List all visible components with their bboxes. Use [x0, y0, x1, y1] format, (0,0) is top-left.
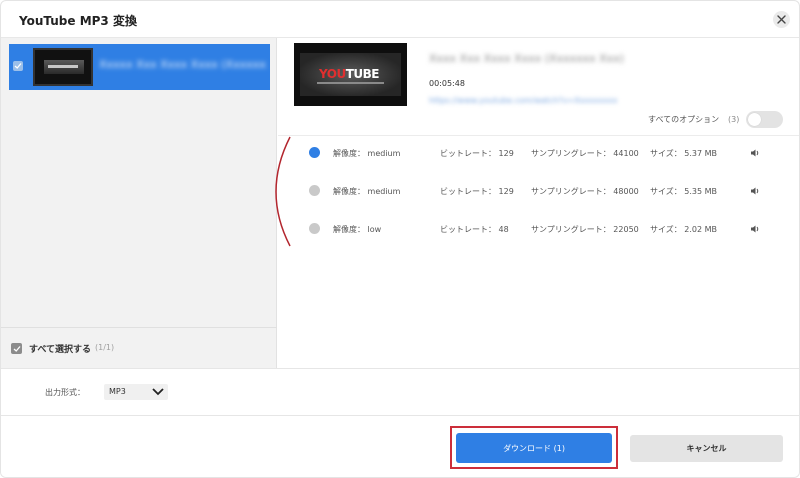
- select-all-count: (1/1): [95, 343, 115, 352]
- all-options-label: すべてのオプション: [648, 115, 720, 124]
- format-resolution: 解像度： medium: [333, 187, 401, 196]
- format-bitrate: ビットレート： 48: [440, 225, 509, 234]
- close-icon: [777, 15, 786, 24]
- format-sample-rate: サンプリングレート： 48000: [531, 187, 639, 196]
- video-list-panel: Xxxxx Xxx Xxxx Xxxx (Xxxxxxx) すべて選択する (1…: [1, 38, 277, 368]
- output-format-value: MP3: [109, 387, 126, 396]
- format-resolution: 解像度： low: [333, 225, 382, 234]
- divider: [278, 135, 799, 136]
- format-sample-rate: サンプリングレート： 22050: [531, 225, 639, 234]
- all-options-count: (3): [728, 115, 740, 124]
- speaker-icon[interactable]: [751, 149, 760, 157]
- format-sample-rate: サンプリングレート： 44100: [531, 149, 639, 158]
- mp3-converter-dialog: YouTube MP3 変換 Xxxxx Xxx Xxxx Xxxx (Xxxx…: [0, 0, 800, 478]
- download-button[interactable]: ダウンロード (1): [456, 433, 612, 463]
- window-title: YouTube MP3 変換: [19, 14, 137, 28]
- all-options-toggle[interactable]: [746, 111, 783, 128]
- speaker-icon[interactable]: [751, 187, 760, 195]
- check-icon: [14, 63, 22, 69]
- close-button[interactable]: [773, 11, 790, 28]
- format-size: サイズ： 5.35 MB: [650, 187, 718, 196]
- format-size: サイズ： 5.37 MB: [650, 149, 718, 158]
- format-radio[interactable]: [309, 185, 320, 196]
- format-option-row[interactable]: 解像度： medium ビットレート： 129 サンプリングレート： 48000 サイ…: [278, 180, 799, 202]
- dialog-footer: ダウンロード (1) キャンセル: [1, 415, 799, 477]
- format-radio[interactable]: [309, 223, 320, 234]
- select-all-checkbox[interactable]: [11, 343, 22, 354]
- video-duration: 00:05:48: [429, 79, 465, 88]
- output-format-label: 出力形式：: [45, 388, 85, 397]
- speaker-icon[interactable]: [751, 225, 760, 233]
- detail-title: Xxxx Xxx Xxxx Xxxx (Xxxxxxx Xxx): [429, 52, 624, 65]
- detail-thumbnail: YOUTUBE: [294, 43, 407, 106]
- select-all-label[interactable]: すべて選択する: [29, 342, 91, 355]
- thumbnail-logo: YOUTUBE: [319, 67, 380, 81]
- format-bitrate: ビットレート： 129: [440, 187, 514, 196]
- chevron-down-icon: [152, 388, 164, 396]
- output-format-select[interactable]: MP3: [104, 384, 168, 400]
- title-bar: YouTube MP3 変換: [1, 1, 799, 38]
- video-item-title: Xxxxx Xxx Xxxx Xxxx (Xxxxxxx): [99, 58, 267, 71]
- select-all-row: すべて選択する (1/1): [1, 327, 277, 368]
- video-url[interactable]: https://www.youtube.com/watch?v=Xxxxxxxx…: [429, 96, 689, 105]
- format-bitrate: ビットレート： 129: [440, 149, 514, 158]
- format-option-row[interactable]: 解像度： medium ビットレート： 129 サンプリングレート： 44100 サイ…: [278, 142, 799, 164]
- output-format-row: 出力形式： MP3: [1, 368, 799, 415]
- cancel-button[interactable]: キャンセル: [630, 435, 783, 462]
- format-size: サイズ： 2.02 MB: [650, 225, 718, 234]
- format-resolution: 解像度： medium: [333, 149, 401, 158]
- check-icon: [13, 345, 20, 352]
- item-checkbox[interactable]: [13, 61, 23, 71]
- format-option-row[interactable]: 解像度： low ビットレート： 48 サンプリングレート： 22050 サイズ： 2…: [278, 218, 799, 240]
- video-detail-panel: YOUTUBE Xxxx Xxx Xxxx Xxxx (Xxxxxxx Xxx)…: [275, 38, 799, 368]
- video-thumbnail: [33, 48, 93, 86]
- video-list-item[interactable]: Xxxxx Xxx Xxxx Xxxx (Xxxxxxx): [9, 44, 270, 90]
- format-radio[interactable]: [309, 147, 320, 158]
